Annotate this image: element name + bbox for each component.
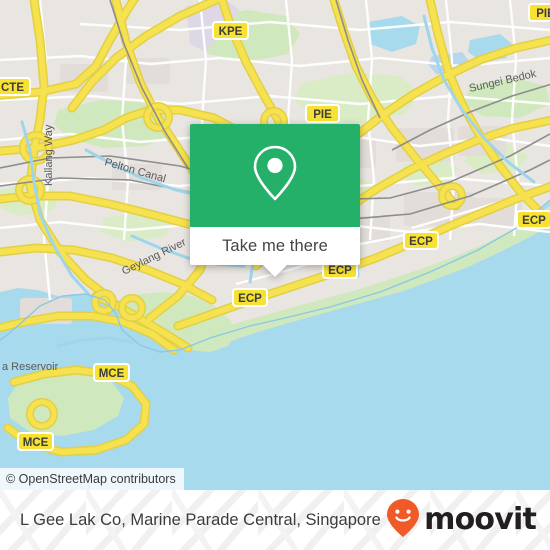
shield-pie-edge: PIE <box>528 3 550 22</box>
popup-action-bar[interactable]: Take me there <box>190 227 360 277</box>
svg-text:PIE: PIE <box>536 8 550 20</box>
shield-ecp-2: ECP <box>403 231 439 250</box>
moovit-smiley-pin-icon <box>386 498 420 543</box>
label-kallang-way: Kallang Way <box>43 124 55 186</box>
shield-pie: PIE <box>305 104 340 123</box>
shield-mce-2: MCE <box>17 432 54 451</box>
shield-ecp-4: ECP <box>232 288 268 307</box>
svg-text:MCE: MCE <box>23 437 49 449</box>
map-pin-icon <box>251 143 299 208</box>
shield-ecp-1: ECP <box>516 210 550 229</box>
svg-text:KPE: KPE <box>219 26 243 38</box>
bottom-info-bar: L Gee Lak Co, Marine Parade Central, Sin… <box>0 490 550 550</box>
popup-tail-pointer <box>262 264 288 277</box>
place-title: L Gee Lak Co, Marine Parade Central, Sin… <box>20 511 381 529</box>
shield-kpe: KPE <box>212 21 249 40</box>
moovit-wordmark: moovit <box>424 502 537 537</box>
shield-cte: CTE <box>0 77 31 96</box>
svg-text:PIE: PIE <box>313 109 332 121</box>
location-popup-card[interactable]: Take me there <box>190 124 360 277</box>
popup-header <box>190 124 360 227</box>
svg-text:ECP: ECP <box>409 236 433 248</box>
svg-text:ECP: ECP <box>328 265 352 277</box>
moovit-logo[interactable]: moovit <box>386 490 537 550</box>
svg-text:ECP: ECP <box>238 293 262 305</box>
take-me-there-label: Take me there <box>222 236 328 255</box>
svg-text:ECP: ECP <box>522 215 546 227</box>
shield-mce-1: MCE <box>93 363 130 382</box>
svg-text:CTE: CTE <box>1 82 24 94</box>
osm-attribution[interactable]: © OpenStreetMap contributors <box>0 468 184 490</box>
svg-text:MCE: MCE <box>99 368 125 380</box>
label-reservoir: a Reservoir <box>2 361 59 373</box>
moovit-map-screenshot: Kallang Way Pelton Canal Geylang River S… <box>0 0 550 550</box>
